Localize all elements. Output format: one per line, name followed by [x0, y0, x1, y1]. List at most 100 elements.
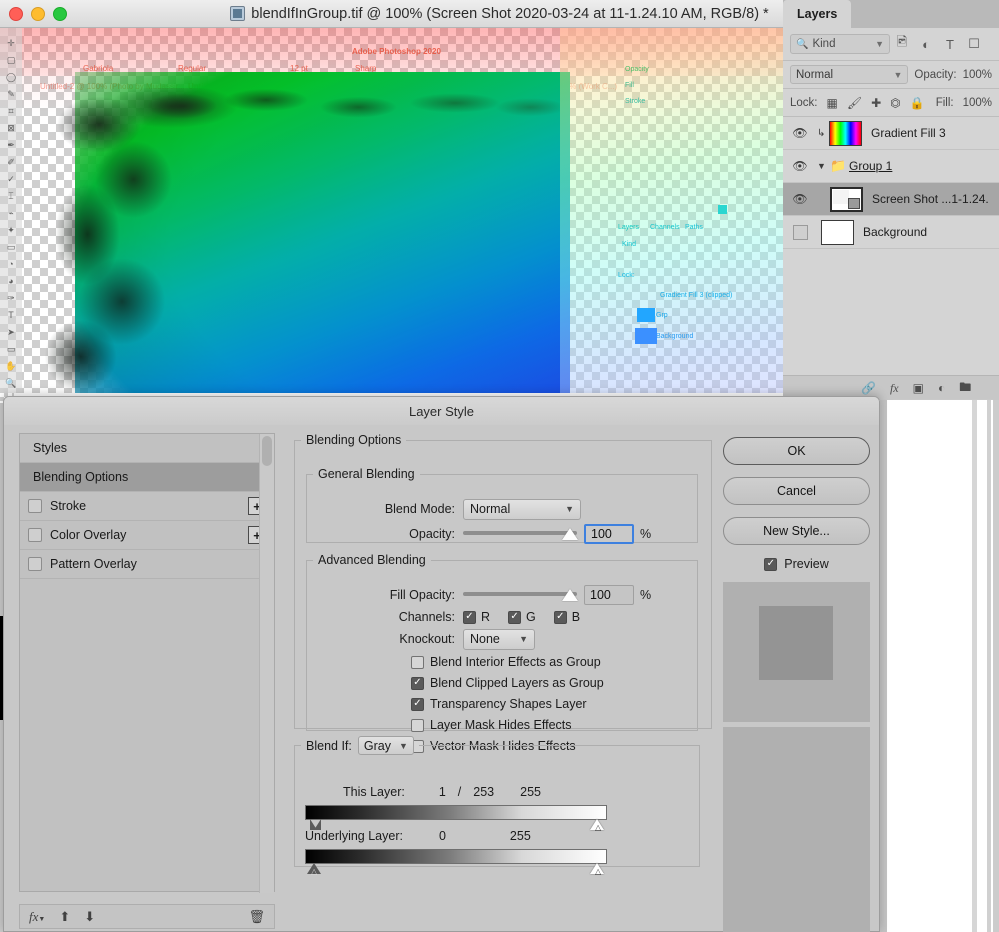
window-controls[interactable]	[0, 6, 67, 21]
layer-visibility-toggle[interactable]: 👁	[783, 126, 817, 140]
this-layer-black-high[interactable]: 253	[473, 785, 494, 799]
layer-thumbnail[interactable]	[829, 120, 862, 146]
type-filter-icon[interactable]: T	[938, 37, 962, 52]
rectangle-tool-icon: ▭	[6, 344, 16, 354]
nested-menu-item-2: Stroke	[625, 98, 646, 105]
nested-menu-item-0: Opacity	[625, 66, 649, 73]
styles-item-stroke[interactable]: Stroke +	[20, 492, 274, 521]
tab-layers[interactable]: Layers	[783, 0, 852, 28]
fill-opacity-slider-knob[interactable]	[562, 589, 578, 601]
move-up-arrow-icon[interactable]: ⬆	[59, 909, 70, 925]
maximize-window-button[interactable]	[53, 6, 67, 21]
lock-all-icon[interactable]: 🔒	[910, 96, 925, 110]
color-overlay-checkbox[interactable]	[28, 528, 42, 542]
table-row[interactable]: Background	[783, 216, 999, 249]
channel-g-checkbox[interactable]	[508, 610, 522, 624]
trash-icon[interactable]: 🗑	[248, 909, 265, 925]
pattern-overlay-checkbox[interactable]	[28, 557, 42, 571]
opacity-slider[interactable]	[463, 525, 578, 543]
styles-list[interactable]: Styles Blending Options Stroke + Color O…	[19, 433, 275, 893]
layer-thumbnail[interactable]	[821, 219, 854, 245]
shape-filter-icon[interactable]: ☐	[962, 36, 986, 52]
styles-item-blending-options[interactable]: Blending Options	[20, 463, 274, 492]
opacity-input[interactable]: 100	[584, 524, 634, 544]
fill-value[interactable]: 100%	[963, 97, 992, 109]
add-mask-icon[interactable]: ▣	[913, 381, 924, 395]
layer-name[interactable]: Background	[863, 225, 927, 239]
move-down-arrow-icon[interactable]: ⬇	[84, 909, 95, 925]
layer-name[interactable]: Group 1	[849, 159, 892, 173]
this-layer-white[interactable]: 255	[520, 785, 541, 799]
blend-clipped-layers-row[interactable]: Blend Clipped Layers as Group	[411, 674, 604, 692]
close-window-button[interactable]	[9, 6, 23, 21]
blend-clipped-layers-label: Blend Clipped Layers as Group	[430, 676, 604, 690]
style-preview-box	[723, 582, 870, 722]
table-row[interactable]: 👁 ▼ 📁 Group 1	[783, 150, 999, 183]
styles-item-styles[interactable]: Styles	[20, 434, 274, 463]
knockout-dropdown[interactable]: None ▼	[463, 628, 535, 650]
transparency-shapes-layer-row[interactable]: Transparency Shapes Layer	[411, 695, 604, 713]
preview-toggle-row[interactable]: Preview	[723, 557, 870, 571]
new-group-icon[interactable]: 🖿	[959, 378, 971, 399]
lock-position-icon[interactable]: ✚	[871, 96, 881, 110]
scrollbar-thumb[interactable]	[262, 436, 272, 466]
add-fx-icon[interactable]: fx	[890, 381, 899, 396]
blend-interior-effects-checkbox[interactable]	[411, 655, 424, 669]
layer-opacity-value[interactable]: 100%	[963, 69, 992, 81]
underlying-layer-white[interactable]: 255	[510, 829, 531, 843]
layer-visibility-toggle[interactable]	[783, 224, 817, 240]
blend-clipped-layers-checkbox[interactable]	[411, 676, 424, 690]
chevron-down-icon[interactable]: ▼	[817, 161, 830, 171]
underlying-layer-black[interactable]: 0	[439, 829, 446, 843]
link-layers-icon[interactable]: 🔗	[861, 381, 876, 395]
blend-if-legend-wrap: Blend If: Gray ▼	[301, 736, 419, 755]
styles-item-color-overlay[interactable]: Color Overlay +	[20, 521, 274, 550]
transparency-shapes-layer-checkbox[interactable]	[411, 697, 424, 711]
table-row[interactable]: 👁 Screen Shot ...1-1.24.	[783, 183, 999, 216]
fx-menu-icon[interactable]: fx▼	[29, 909, 45, 925]
filter-kind-label: Kind	[812, 38, 836, 50]
this-layer-black-low[interactable]: 1	[439, 785, 446, 799]
layer-mask-hides-effects-row[interactable]: Layer Mask Hides Effects	[411, 716, 604, 734]
quick-select-tool-icon: ✎	[7, 89, 15, 99]
minimize-window-button[interactable]	[31, 6, 45, 21]
blend-if-channel-dropdown[interactable]: Gray ▼	[357, 736, 414, 755]
layer-mask-hides-effects-checkbox[interactable]	[411, 718, 424, 732]
adjustment-layer-icon[interactable]: ◐	[938, 381, 945, 395]
fill-opacity-slider[interactable]	[463, 586, 578, 604]
layer-name[interactable]: Gradient Fill 3	[871, 126, 946, 140]
layer-blend-mode-dropdown[interactable]: Normal ▼	[790, 65, 909, 84]
nested-layer-1: Grp	[656, 312, 668, 319]
blend-interior-effects-row[interactable]: Blend Interior Effects as Group	[411, 653, 604, 671]
stroke-checkbox[interactable]	[28, 499, 42, 513]
channel-b-checkbox[interactable]	[553, 610, 567, 624]
underlying-layer-slider[interactable]: △ △	[305, 849, 607, 876]
adjustment-filter-icon[interactable]: ◐	[914, 37, 938, 52]
ok-button[interactable]: OK	[723, 437, 870, 465]
nested-panel-tab-channels: Channels	[650, 224, 680, 231]
document-canvas[interactable]: Adobe Photoshop 2020 Gabriola Regular 12…	[0, 28, 783, 393]
table-row[interactable]: 👁 ↳ Gradient Fill 3	[783, 117, 999, 150]
lock-artboard-icon[interactable]: ⏣	[890, 96, 900, 110]
new-style-button[interactable]: New Style...	[723, 517, 870, 545]
opacity-slider-knob[interactable]	[562, 528, 578, 540]
clipping-mask-icon: ↳	[817, 127, 826, 139]
preview-checkbox[interactable]	[764, 557, 778, 571]
layer-thumbnail[interactable]	[830, 186, 863, 212]
this-layer-slider[interactable]: △	[305, 805, 607, 832]
pixel-filter-icon[interactable]: 🖻	[890, 33, 914, 55]
layer-name[interactable]: Screen Shot ...1-1.24.	[872, 192, 989, 206]
layer-visibility-toggle[interactable]: 👁	[783, 159, 817, 173]
fill-opacity-input[interactable]: 100	[584, 585, 634, 605]
layer-visibility-toggle[interactable]: 👁	[783, 192, 817, 206]
layers-panel[interactable]: Layers 🔍 Kind ▼ 🖻 ◐ T ☐ Normal ▼ Opacity…	[783, 0, 999, 400]
layers-blendmode-row: Normal ▼ Opacity: 100%	[783, 61, 999, 89]
styles-list-scrollbar[interactable]	[259, 434, 274, 893]
lock-transparency-icon[interactable]: ▦	[827, 96, 838, 110]
cancel-button[interactable]: Cancel	[723, 477, 870, 505]
lock-image-icon[interactable]: 🖌	[847, 96, 862, 110]
filter-kind-dropdown[interactable]: 🔍 Kind ▼	[790, 34, 890, 54]
channel-r-checkbox[interactable]	[463, 610, 476, 624]
blend-mode-dropdown[interactable]: Normal ▼	[463, 498, 581, 520]
styles-item-pattern-overlay[interactable]: Pattern Overlay	[20, 550, 274, 579]
